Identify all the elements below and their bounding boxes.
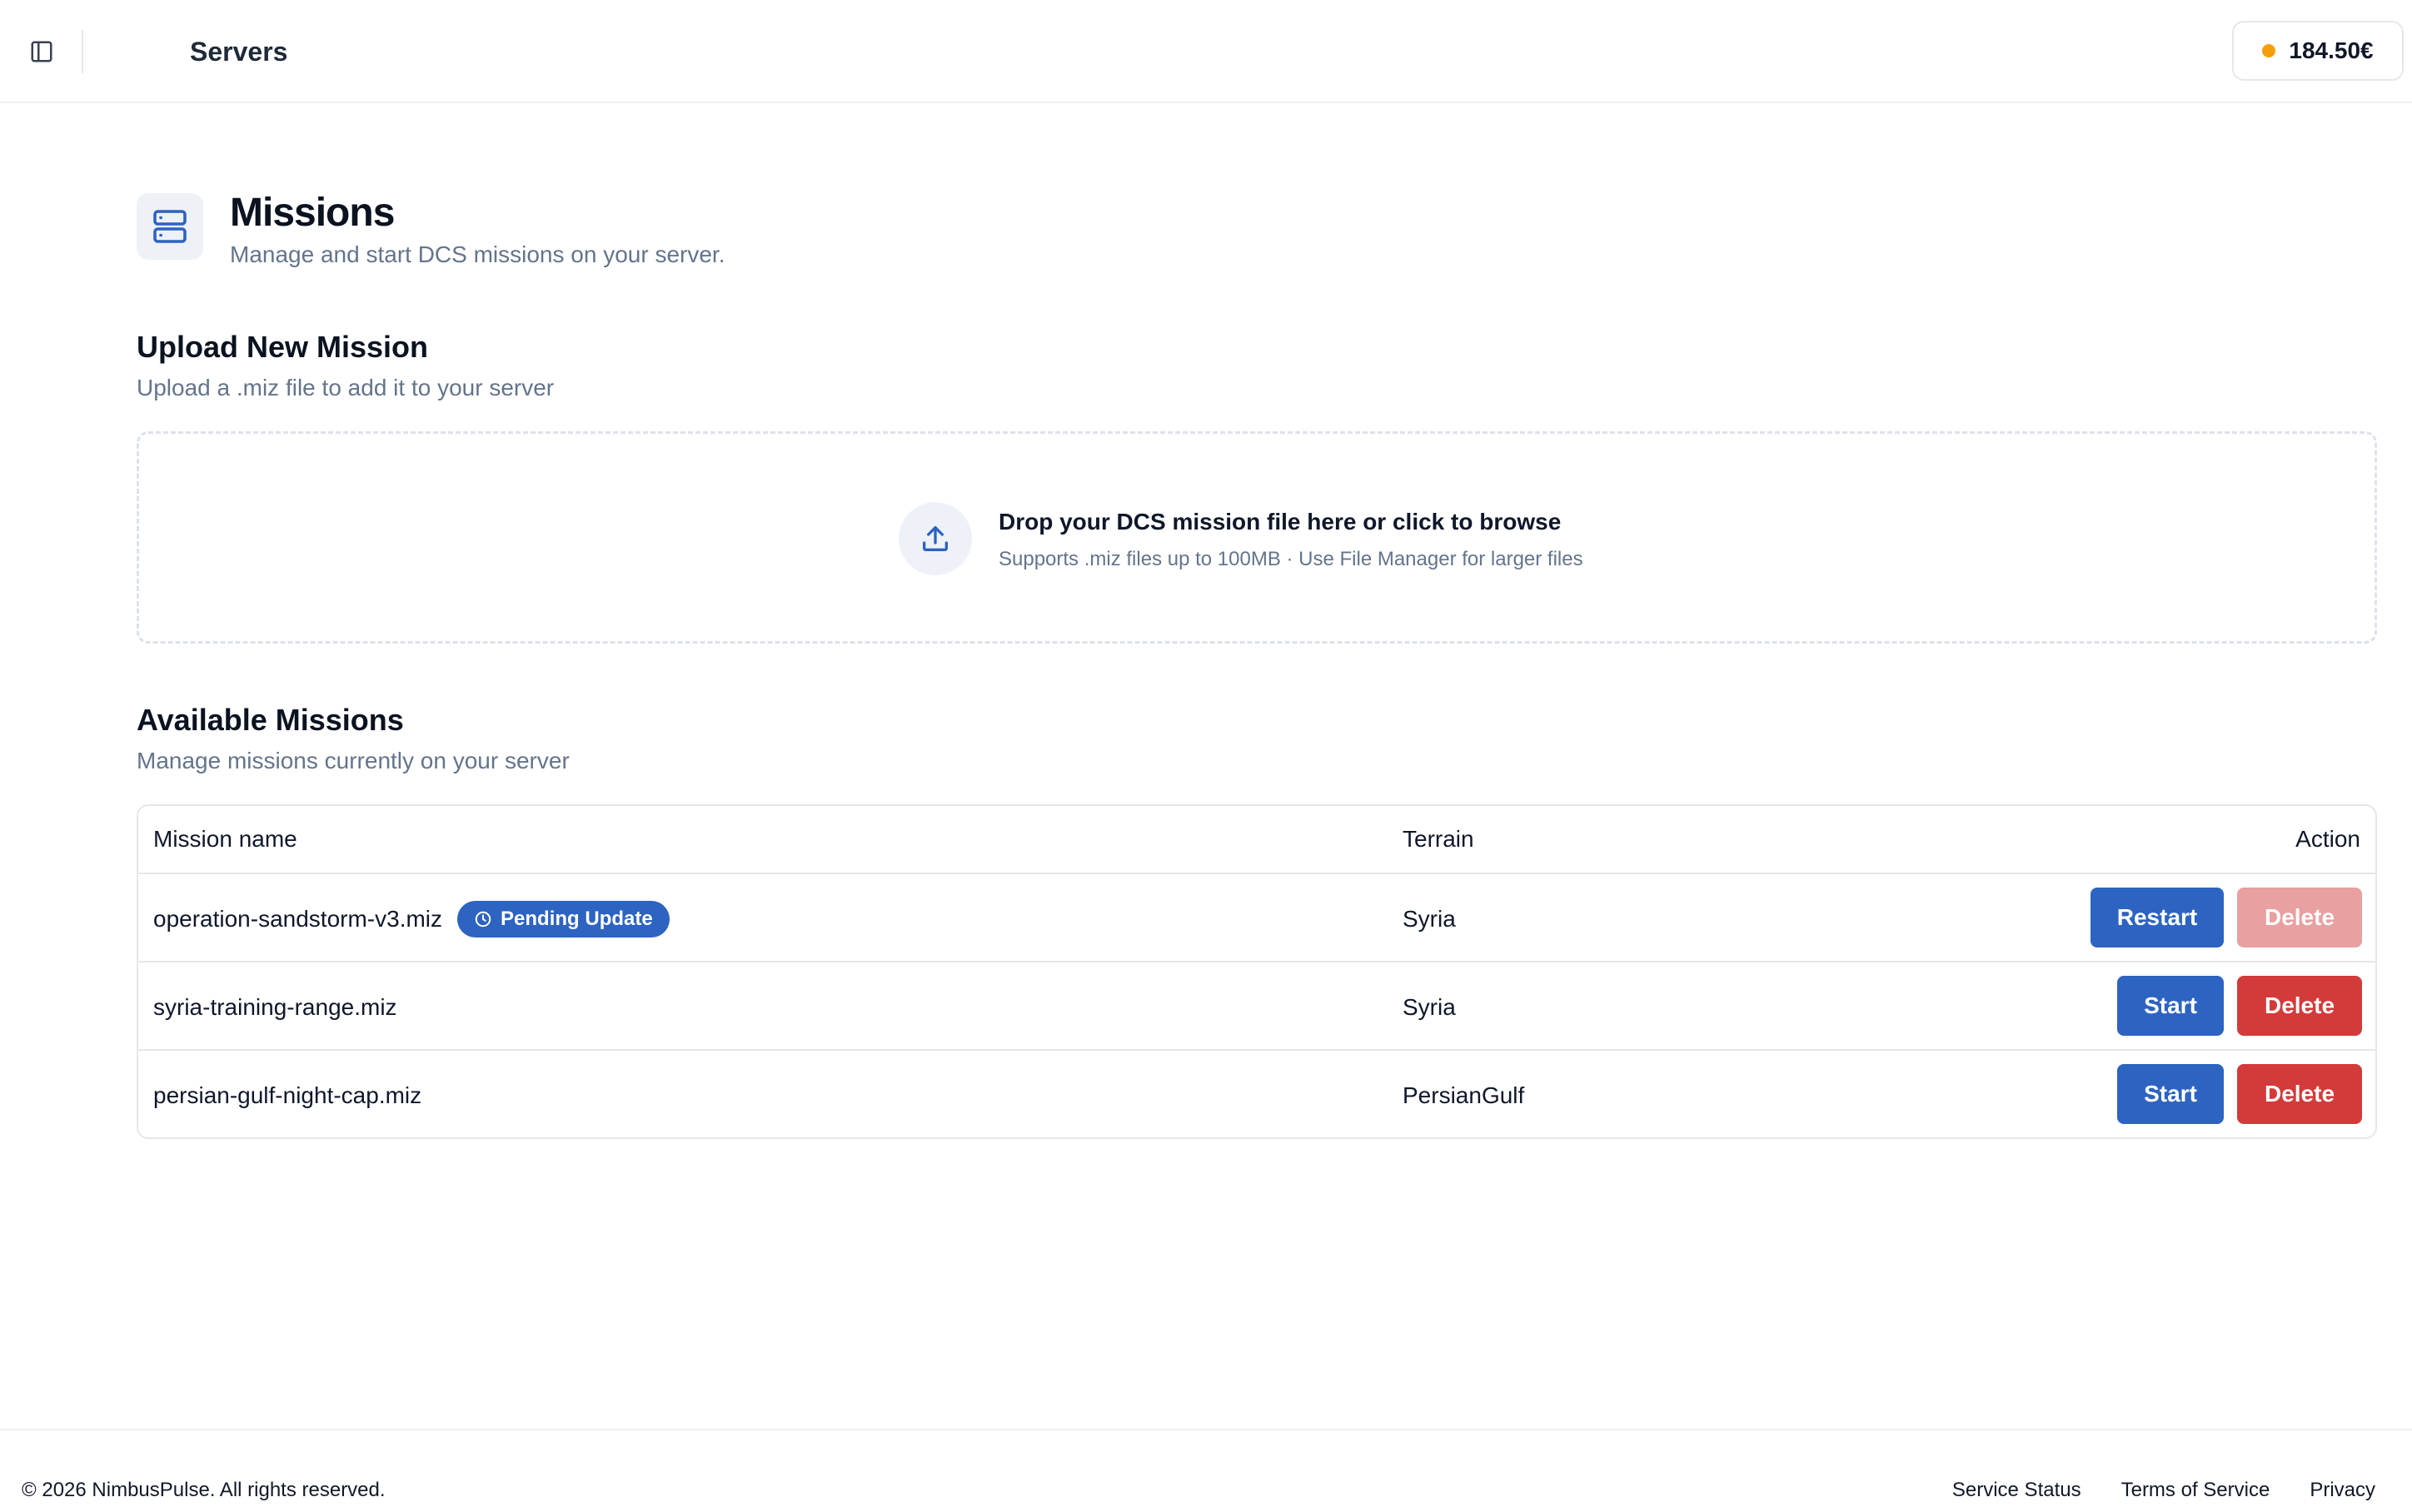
footer-link-terms[interactable]: Terms of Service: [2121, 1477, 2270, 1504]
mission-terrain: Syria: [1403, 994, 1456, 1020]
mission-name: persian-gulf-night-cap.miz: [153, 1082, 422, 1108]
row-actions: Restart Delete: [2091, 888, 2362, 947]
page-subtitle: Manage and start DCS missions on your se…: [230, 241, 725, 267]
mission-name: operation-sandstorm-v3.miz: [153, 906, 443, 932]
missions-page: Servers 184.50€ Missions Manage and star…: [0, 0, 2412, 1512]
table-row: syria-training-range.miz Syria Start Del…: [138, 961, 2375, 1049]
top-bar: Servers 184.50€: [0, 0, 2412, 103]
delete-button[interactable]: Delete: [2237, 888, 2362, 947]
row-actions: Start Delete: [2117, 1064, 2362, 1124]
dropzone-subtitle: Supports .miz files up to 100MB · Use Fi…: [999, 548, 1583, 570]
dropzone-title: Drop your DCS mission file here or click…: [999, 509, 1562, 535]
page-title: Missions: [230, 191, 395, 235]
missions-section-title: Available Missions: [137, 703, 404, 737]
column-header-mission-name: Mission name: [153, 826, 297, 852]
mission-name: syria-training-range.miz: [153, 994, 397, 1020]
column-header-action: Action: [2295, 826, 2360, 852]
restart-button[interactable]: Restart: [2091, 888, 2224, 947]
delete-button[interactable]: Delete: [2237, 1064, 2362, 1124]
balance-amount: 184.50€: [2289, 37, 2374, 63]
sidebar-panel-icon: [31, 41, 52, 62]
header-title: Servers: [190, 37, 288, 67]
start-button[interactable]: Start: [2117, 1064, 2224, 1124]
missions-section-subtitle: Manage missions currently on your server: [137, 748, 570, 773]
pending-update-badge: Pending Update: [457, 901, 670, 938]
table-header-row: Mission name Terrain Action: [138, 806, 2375, 873]
column-header-terrain: Terrain: [1403, 826, 1474, 852]
table-row: persian-gulf-night-cap.miz PersianGulf S…: [138, 1049, 2375, 1137]
balance-status-dot: [2262, 44, 2276, 57]
clock-icon: [475, 911, 491, 928]
mission-terrain: Syria: [1403, 906, 1456, 932]
badge-label: Pending Update: [501, 908, 653, 930]
mission-name-cell: operation-sandstorm-v3.miz Pending Updat…: [153, 901, 670, 938]
mission-dropzone[interactable]: Drop your DCS mission file here or click…: [137, 431, 2377, 644]
table-row: operation-sandstorm-v3.miz Pending Updat…: [138, 873, 2375, 961]
mission-name-wrap: operation-sandstorm-v3.miz Pending Updat…: [153, 901, 670, 938]
upload-section-subtitle: Upload a .miz file to add it to your ser…: [137, 375, 555, 400]
footer-copyright: © 2026 NimbusPulse. All rights reserved.: [22, 1479, 386, 1501]
balance-badge[interactable]: 184.50€: [2232, 21, 2404, 81]
footer-link-service-status[interactable]: Service Status: [1952, 1477, 2081, 1504]
sidebar-toggle-button[interactable]: [23, 33, 60, 70]
mission-terrain: PersianGulf: [1403, 1082, 1525, 1108]
footer-links: Service Status Terms of Service Privacy: [1952, 1477, 2375, 1504]
footer-link-privacy[interactable]: Privacy: [2310, 1477, 2375, 1504]
row-actions: Start Delete: [2117, 976, 2362, 1036]
server-icon: [137, 193, 203, 260]
upload-section-title: Upload New Mission: [137, 330, 429, 364]
start-button[interactable]: Start: [2117, 976, 2224, 1036]
missions-table: Mission name Terrain Action operation-sa…: [137, 804, 2377, 1139]
delete-button[interactable]: Delete: [2237, 976, 2362, 1036]
footer: © 2026 NimbusPulse. All rights reserved.…: [0, 1429, 2412, 1512]
upload-icon: [899, 502, 972, 575]
header-divider: [82, 30, 83, 73]
